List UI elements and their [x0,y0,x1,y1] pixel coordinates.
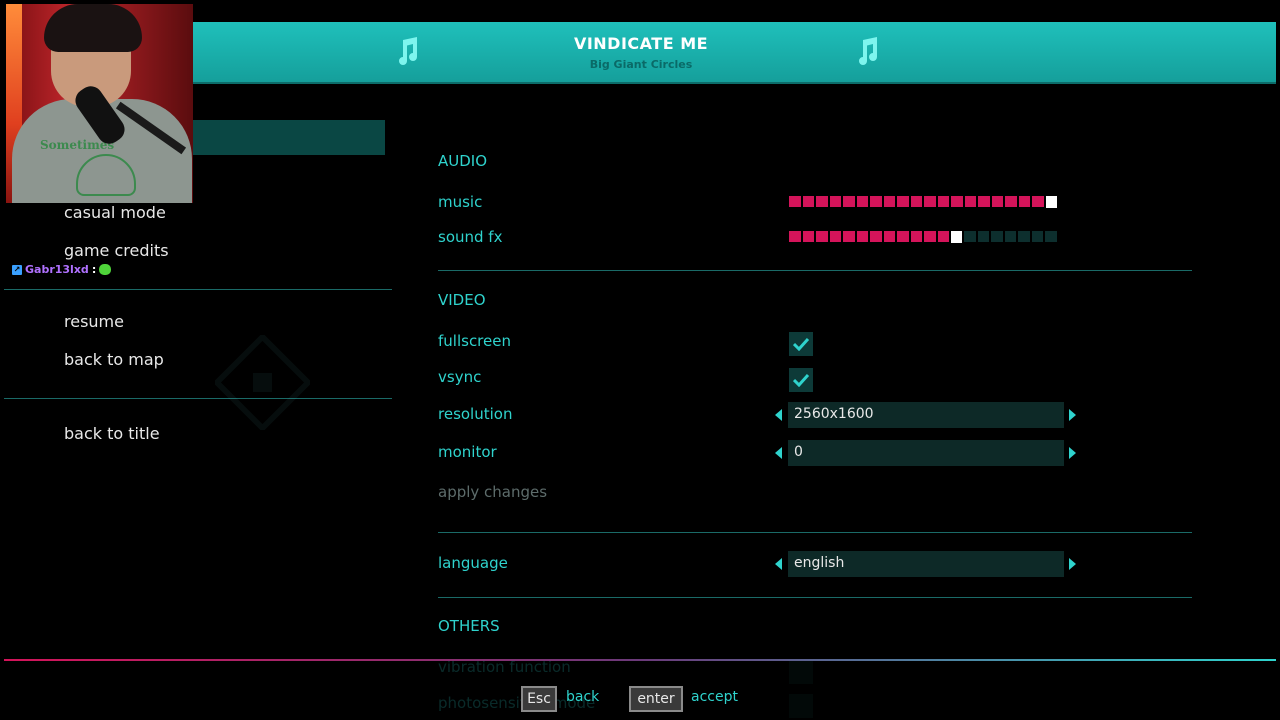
volume-segment-filled[interactable] [1032,196,1044,207]
arrow-left-icon[interactable] [775,558,782,570]
volume-segment-filled[interactable] [789,196,801,207]
language-selector[interactable]: english [775,551,1080,577]
monitor-selector[interactable]: 0 [775,440,1080,466]
volume-segment-filled[interactable] [978,196,990,207]
section-divider [438,270,1192,271]
arrow-right-icon[interactable] [1069,409,1076,421]
fullscreen-checkbox[interactable] [789,332,813,356]
section-title-audio: AUDIO [438,152,488,170]
volume-knob[interactable] [951,231,962,243]
fullscreen-label[interactable]: fullscreen [438,332,511,350]
menu-item-back-to-title[interactable]: back to title [64,424,160,443]
volume-segment-filled[interactable] [910,231,922,242]
chat-separator: : [91,263,97,276]
volume-segment-filled[interactable] [897,231,909,242]
watermark-diamond-icon [215,335,310,430]
volume-segment-filled[interactable] [789,231,801,242]
sfx-volume-label[interactable]: sound fx [438,228,502,246]
menu-item-game-credits[interactable]: game credits [64,241,169,260]
volume-segment-filled[interactable] [910,196,922,207]
volume-segment-filled[interactable] [991,196,1003,207]
section-title-video: VIDEO [438,291,486,309]
volume-segment-filled[interactable] [829,231,841,242]
volume-segment-filled[interactable] [816,231,828,242]
volume-segment-empty[interactable] [1018,231,1030,242]
volume-segment-empty[interactable] [1004,231,1016,242]
accept-hint-label[interactable]: accept [691,689,738,705]
volume-segment-filled[interactable] [843,231,855,242]
volume-segment-filled[interactable] [829,196,841,207]
music-volume-slider[interactable] [789,196,1057,208]
chat-message: ↗ Gabr13lxd : [12,263,112,276]
volume-segment-filled[interactable] [816,196,828,207]
section-title-others: OTHERS [438,617,500,635]
music-note-icon [854,36,880,66]
volume-segment-filled[interactable] [964,196,976,207]
menu-item-back-to-map[interactable]: back to map [64,350,164,369]
arrow-right-icon[interactable] [1069,558,1076,570]
section-divider [438,597,1192,598]
volume-segment-filled[interactable] [883,231,895,242]
resolution-value: 2560x1600 [788,402,1064,428]
arrow-left-icon[interactable] [775,447,782,459]
volume-segment-filled[interactable] [856,196,868,207]
arrow-right-icon[interactable] [1069,447,1076,459]
checkmark-icon [793,373,809,387]
volume-segment-empty[interactable] [1031,231,1043,242]
volume-segment-filled[interactable] [1018,196,1030,207]
volume-segment-empty[interactable] [977,231,989,242]
volume-segment-empty[interactable] [964,231,976,242]
volume-segment-empty[interactable] [1045,231,1057,242]
section-divider [438,532,1192,533]
volume-segment-filled[interactable] [802,196,814,207]
volume-segment-filled[interactable] [1005,196,1017,207]
menu-item-casual-mode[interactable]: casual mode [64,203,166,222]
photosensitive-checkbox[interactable] [789,694,813,718]
music-volume-label[interactable]: music [438,193,482,211]
volume-segment-filled[interactable] [843,196,855,207]
back-hint-label[interactable]: back [566,689,599,705]
song-banner: VINDICATE ME Big Giant Circles [6,22,1276,84]
checkmark-icon [793,337,809,351]
bottom-gradient-line [4,659,1276,661]
chat-badge-icon: ↗ [12,264,22,275]
vsync-label[interactable]: vsync [438,368,481,386]
vsync-checkbox[interactable] [789,368,813,392]
arrow-left-icon[interactable] [775,409,782,421]
volume-segment-filled[interactable] [897,196,909,207]
volume-segment-empty[interactable] [991,231,1003,242]
language-value: english [788,551,1064,577]
volume-segment-filled[interactable] [924,196,936,207]
song-title: VINDICATE ME [573,34,709,53]
monitor-label[interactable]: monitor [438,443,497,461]
selected-menu-highlight[interactable] [160,120,385,155]
webcam-streamer-hair [44,4,142,52]
chat-emote-icon [99,264,112,275]
volume-segment-filled[interactable] [937,231,949,242]
resolution-label[interactable]: resolution [438,405,512,423]
apply-changes-button[interactable]: apply changes [438,483,547,501]
monitor-value: 0 [788,440,1064,466]
volume-segment-filled[interactable] [937,196,949,207]
esc-key-icon[interactable]: Esc [521,686,557,712]
volume-segment-filled[interactable] [802,231,814,242]
webcam-overlay: Sometimes [6,4,193,203]
vibration-checkbox[interactable] [789,660,813,684]
language-label[interactable]: language [438,554,508,572]
menu-divider [4,289,392,290]
volume-segment-filled[interactable] [924,231,936,242]
chat-username: Gabr13lxd [25,263,89,276]
volume-segment-filled[interactable] [870,196,882,207]
enter-key-icon[interactable]: enter [629,686,683,712]
volume-segment-filled[interactable] [856,231,868,242]
volume-segment-filled[interactable] [951,196,963,207]
song-artist: Big Giant Circles [589,58,693,71]
volume-segment-filled[interactable] [883,196,895,207]
resolution-selector[interactable]: 2560x1600 [775,402,1080,428]
volume-knob[interactable] [1045,196,1057,208]
menu-divider [4,398,392,399]
volume-segment-filled[interactable] [870,231,882,242]
menu-item-resume[interactable]: resume [64,312,124,331]
sfx-volume-slider[interactable] [789,231,1057,243]
